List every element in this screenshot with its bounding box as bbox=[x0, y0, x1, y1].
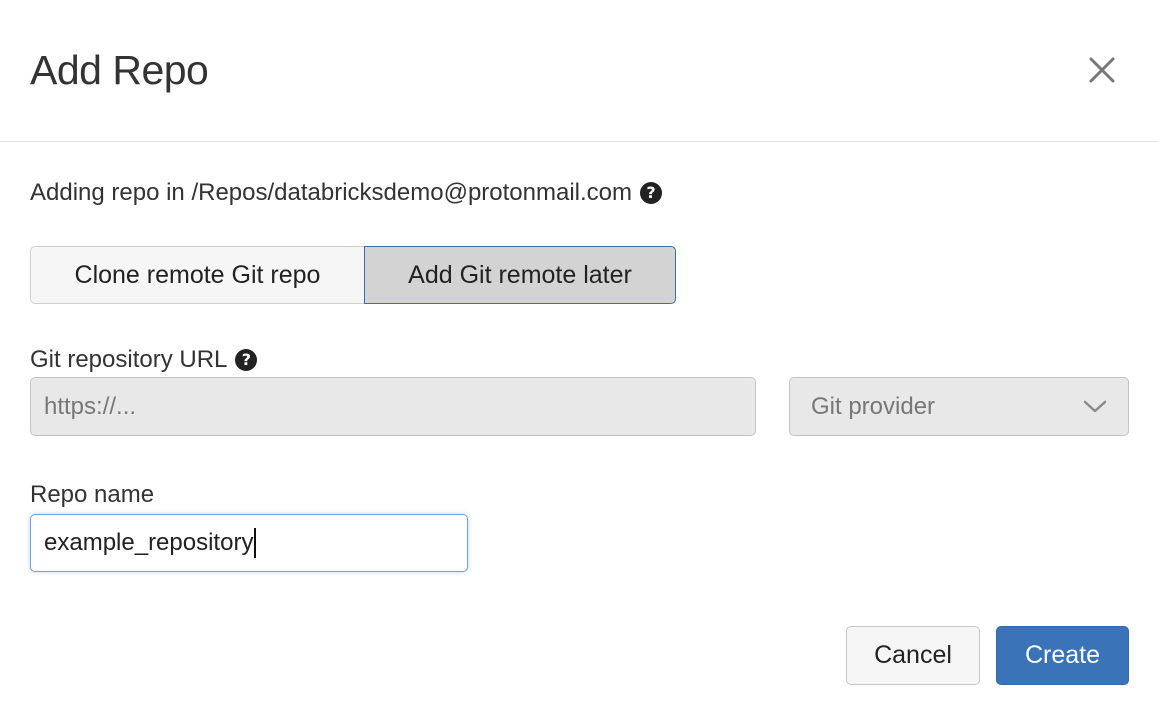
close-button[interactable] bbox=[1080, 48, 1124, 92]
git-repository-url-label-text: Git repository URL bbox=[30, 346, 228, 373]
chevron-down-icon bbox=[1083, 400, 1107, 412]
git-provider-select[interactable]: Git provider bbox=[789, 377, 1129, 436]
git-provider-placeholder: Git provider bbox=[811, 392, 936, 420]
close-icon bbox=[1089, 57, 1115, 83]
dialog-header: Add Repo bbox=[0, 0, 1158, 142]
git-repository-url-label: Git repository URL ? bbox=[30, 343, 258, 377]
create-button[interactable]: Create bbox=[996, 626, 1129, 685]
repo-path-text: Adding repo in /Repos/databricksdemo@pro… bbox=[30, 179, 633, 206]
repo-mode-toggle: Clone remote Git repo Add Git remote lat… bbox=[30, 246, 676, 304]
help-icon[interactable]: ? bbox=[640, 182, 663, 204]
git-repository-url-input[interactable]: https://... bbox=[30, 377, 756, 436]
clone-remote-git-repo-button[interactable]: Clone remote Git repo bbox=[30, 246, 364, 304]
dialog-title: Add Repo bbox=[30, 47, 209, 93]
repo-name-value: example_repository bbox=[44, 529, 254, 556]
repo-name-input[interactable]: example_repository bbox=[30, 514, 468, 572]
cancel-button[interactable]: Cancel bbox=[846, 626, 980, 685]
git-repository-url-placeholder: https://... bbox=[44, 392, 137, 420]
repo-name-label-text: Repo name bbox=[30, 481, 155, 508]
help-icon[interactable]: ? bbox=[235, 349, 258, 371]
add-git-remote-later-button[interactable]: Add Git remote later bbox=[364, 246, 676, 304]
repo-name-label: Repo name bbox=[30, 478, 154, 512]
text-cursor bbox=[254, 528, 256, 558]
add-repo-dialog: Add Repo Adding repo in /Repos/databrick… bbox=[0, 0, 1158, 710]
repo-path-line: Adding repo in /Repos/databricksdemo@pro… bbox=[30, 176, 663, 210]
